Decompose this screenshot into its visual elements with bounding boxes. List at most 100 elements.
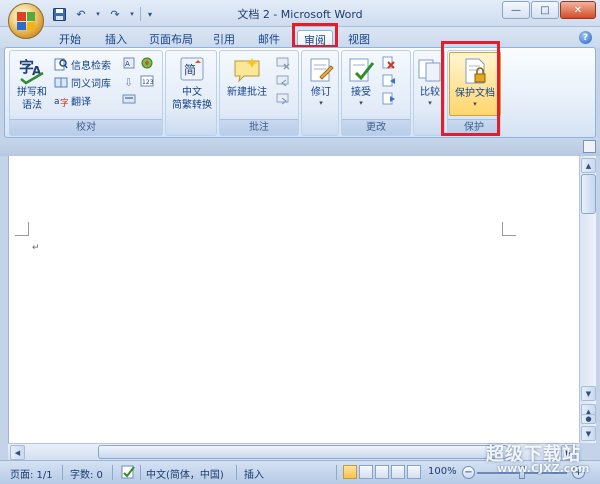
accept-button[interactable]: 接受 ▾ (344, 55, 378, 107)
spelling-icon: 字A (17, 55, 47, 85)
track-changes-button[interactable]: 修订 ▾ (304, 55, 338, 107)
svg-text:A: A (125, 60, 130, 68)
proofing-status-icon[interactable] (120, 464, 136, 483)
language-status[interactable]: 中文(简体，中国) (146, 466, 224, 481)
chinese-conversion-icon: 简 (177, 55, 207, 85)
status-separator (112, 465, 113, 480)
window-controls: — □ ✕ (501, 1, 596, 19)
previous-change-icon[interactable] (382, 74, 396, 88)
research-button[interactable]: 信息检索 (54, 56, 111, 72)
minimize-icon: — (511, 4, 521, 16)
svg-text:⇩: ⇩ (124, 76, 133, 88)
scroll-left-button[interactable]: ◀ (10, 445, 25, 460)
watermark-url: www.CJXZ.com (497, 462, 590, 475)
page-count[interactable]: 页面: 1/1 (10, 466, 53, 481)
protect-group: 保护文档 ▾ 保护 (447, 50, 501, 136)
office-logo-icon (17, 12, 35, 30)
ribbon-tabs: 开始 插入 页面布局 引用 邮件 审阅 视图 ? (0, 27, 600, 48)
new-comment-button[interactable]: 新建批注 (222, 55, 272, 99)
chevron-down-icon: ▾ (473, 100, 477, 108)
svg-text:字: 字 (60, 97, 68, 107)
thesaurus-icon (54, 75, 68, 89)
close-button[interactable]: ✕ (560, 1, 596, 19)
chevron-down-icon: ▾ (359, 99, 363, 107)
tab-insert[interactable]: 插入 (100, 30, 132, 48)
paragraph-mark: ↵ (32, 243, 40, 253)
minimize-button[interactable]: — (502, 1, 530, 19)
outline-view-icon[interactable] (391, 465, 405, 479)
maximize-button[interactable]: □ (531, 1, 559, 19)
previous-comment-icon[interactable] (276, 74, 290, 88)
protect-document-button[interactable]: 保护文档 ▾ (449, 52, 501, 116)
svg-text:a: a (54, 97, 60, 107)
next-change-icon[interactable] (382, 92, 396, 106)
scroll-up-button[interactable]: ▲ (581, 158, 596, 173)
word-count[interactable]: 字数: 0 (70, 466, 103, 481)
select-browse-object-button[interactable]: ● (581, 414, 596, 424)
next-page-button[interactable]: ▼ (581, 426, 596, 441)
chevron-down-icon: ▾ (319, 99, 323, 107)
chinese-conversion-button[interactable]: 简 中文 简繁转换 (167, 55, 217, 112)
comments-group-label: 批注 (220, 119, 298, 135)
chevron-down-icon: ▾ (428, 99, 432, 107)
proofing-group: 字A 拼写和 语法 信息检索 同义词库 a字 翻译 A ⇩ 123 校对 (9, 50, 163, 136)
changes-group-label: 更改 (342, 119, 410, 135)
ruler-strip (0, 138, 600, 156)
web-layout-view-icon[interactable] (375, 465, 389, 479)
tab-review[interactable]: 审阅 (297, 30, 333, 48)
translate-icon: a字 (54, 93, 69, 109)
research-icon (54, 57, 68, 71)
tab-page-layout[interactable]: 页面布局 (145, 30, 197, 48)
status-separator (336, 465, 337, 480)
scroll-down-button[interactable]: ▼ (581, 386, 596, 401)
zoom-level[interactable]: 100% (428, 466, 457, 477)
status-separator (62, 465, 63, 480)
compare-group: 比较 ▾ (413, 50, 445, 136)
document-page[interactable]: ↵ (8, 156, 579, 443)
draft-view-icon[interactable] (407, 465, 421, 479)
horizontal-scroll-thumb[interactable] (98, 445, 508, 459)
status-separator (140, 465, 141, 480)
spelling-grammar-button[interactable]: 字A 拼写和 语法 (12, 55, 52, 112)
chinese-conversion-group: 简 中文 简繁转换 (165, 50, 217, 136)
insert-mode[interactable]: 插入 (244, 466, 264, 481)
compare-button[interactable]: 比较 ▾ (415, 55, 445, 107)
tracking-group: 修订 ▾ (301, 50, 339, 136)
maximize-icon: □ (540, 4, 550, 16)
svg-text:123: 123 (142, 79, 154, 86)
ribbon: 字A 拼写和 语法 信息检索 同义词库 a字 翻译 A ⇩ 123 校对 简 中… (4, 47, 596, 138)
word-count-icon[interactable]: 123 (140, 74, 154, 88)
ruler-toggle-icon[interactable] (583, 140, 596, 153)
protect-document-icon (460, 56, 490, 86)
tab-home[interactable]: 开始 (54, 30, 86, 48)
set-language-icon[interactable]: A (122, 56, 136, 70)
translate-button[interactable]: a字 翻译 (54, 92, 91, 110)
margin-corner-left (15, 222, 29, 236)
thesaurus-button[interactable]: 同义词库 (54, 74, 111, 90)
zoom-out-button[interactable]: − (462, 466, 475, 479)
svg-text:简: 简 (184, 63, 196, 77)
translation-tip-icon[interactable] (140, 56, 154, 70)
changes-group: 接受 ▾ 更改 (341, 50, 411, 136)
tab-references[interactable]: 引用 (208, 30, 240, 48)
research-options-icon[interactable] (122, 92, 136, 106)
help-icon[interactable]: ? (579, 31, 592, 44)
tab-mailings[interactable]: 邮件 (253, 30, 285, 48)
margin-corner-right (502, 222, 516, 236)
language-icon[interactable]: ⇩ (122, 74, 136, 89)
print-layout-view-icon[interactable] (343, 465, 357, 479)
full-screen-reading-view-icon[interactable] (359, 465, 373, 479)
new-comment-icon (232, 55, 262, 85)
accept-icon (346, 55, 376, 85)
vertical-scrollbar[interactable]: ▲ ▼ ▲ ● ▼ (579, 156, 596, 443)
protect-group-label: 保护 (448, 119, 500, 135)
tab-view[interactable]: 视图 (343, 30, 375, 48)
close-icon: ✕ (573, 4, 583, 16)
delete-comment-icon[interactable] (276, 56, 290, 70)
next-comment-icon[interactable] (276, 92, 290, 106)
office-button[interactable] (8, 3, 44, 39)
vertical-scroll-thumb[interactable] (581, 174, 596, 214)
track-changes-icon (306, 55, 336, 85)
reject-icon[interactable] (382, 56, 396, 70)
comments-group: 新建批注 批注 (219, 50, 299, 136)
